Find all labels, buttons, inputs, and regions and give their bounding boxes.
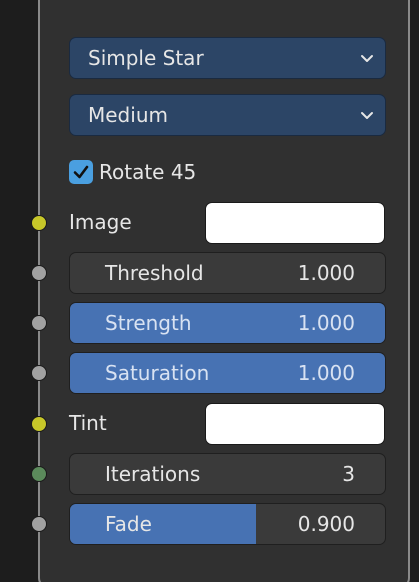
strength-field[interactable]: Strength 1.000 xyxy=(69,302,386,344)
tint-input-socket[interactable] xyxy=(31,416,47,432)
iterations-input-socket[interactable] xyxy=(31,466,47,482)
chevron-down-icon xyxy=(361,112,373,119)
fade-label: Fade xyxy=(105,512,152,536)
quality-dropdown[interactable]: Medium xyxy=(69,94,386,136)
strength-label: Strength xyxy=(105,311,192,335)
threshold-input-socket[interactable] xyxy=(31,265,47,281)
fade-value: 0.900 xyxy=(297,512,355,536)
quality-value: Medium xyxy=(88,103,168,127)
filter-type-dropdown[interactable]: Simple Star xyxy=(69,37,386,79)
node-editor-canvas: Simple Star Medium Rotate 45 Image Thres… xyxy=(0,0,419,582)
saturation-field[interactable]: Saturation 1.000 xyxy=(69,352,386,394)
iterations-field[interactable]: Iterations 3 xyxy=(69,453,386,495)
iterations-value: 3 xyxy=(342,462,355,486)
rotate-45-label: Rotate 45 xyxy=(99,160,197,184)
filter-type-value: Simple Star xyxy=(88,46,204,70)
strength-value: 1.000 xyxy=(297,311,355,335)
rotate-45-checkbox[interactable] xyxy=(69,160,93,184)
saturation-label: Saturation xyxy=(105,361,210,385)
chevron-down-icon xyxy=(361,55,373,62)
saturation-value: 1.000 xyxy=(297,361,355,385)
image-input-socket[interactable] xyxy=(31,215,47,231)
tint-input-label: Tint xyxy=(69,411,107,435)
threshold-field[interactable]: Threshold 1.000 xyxy=(69,252,386,294)
saturation-input-socket[interactable] xyxy=(31,365,47,381)
tint-color-swatch[interactable] xyxy=(205,403,385,445)
iterations-label: Iterations xyxy=(105,462,201,486)
fade-fill xyxy=(70,504,256,544)
rotate-45-checkbox-row[interactable]: Rotate 45 xyxy=(69,158,196,186)
checkmark-icon xyxy=(73,165,89,179)
fade-input-socket[interactable] xyxy=(31,516,47,532)
threshold-value: 1.000 xyxy=(297,261,355,285)
image-color-swatch[interactable] xyxy=(205,202,385,244)
threshold-label: Threshold xyxy=(105,261,204,285)
fade-field[interactable]: Fade 0.900 xyxy=(69,503,386,545)
image-input-label: Image xyxy=(69,210,132,234)
strength-input-socket[interactable] xyxy=(31,315,47,331)
